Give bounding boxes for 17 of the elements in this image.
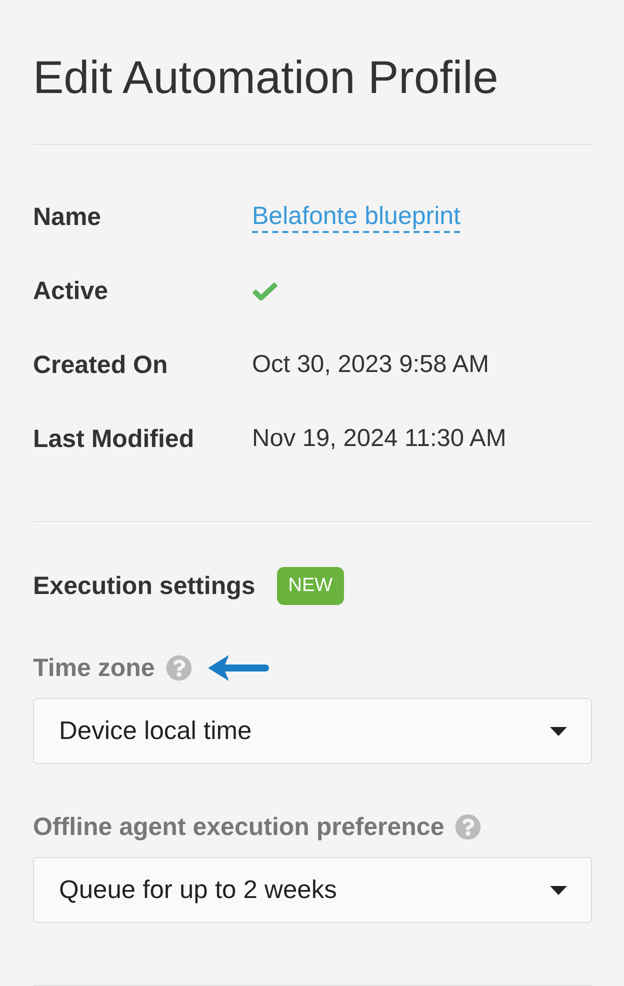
field-label: Name — [33, 202, 102, 232]
field-value: Nov 19, 2024 11:30 AM — [252, 424, 506, 454]
field-label: Time zone — [33, 654, 155, 682]
field-label: Active — [33, 276, 110, 306]
field-label: Last Modified — [33, 424, 196, 454]
help-icon[interactable] — [455, 814, 482, 840]
field-label: Created On — [33, 350, 169, 380]
select-field[interactable]: Device local time — [33, 698, 592, 764]
page-title: Edit Automation Profile — [33, 50, 500, 105]
section-title: Execution settings — [33, 572, 256, 600]
field-label: Offline agent execution preference — [33, 812, 444, 842]
select-field[interactable]: Queue for up to 2 weeks — [33, 857, 592, 923]
field-value: Oct 30, 2023 9:58 AM — [252, 350, 489, 380]
help-icon[interactable] — [166, 655, 192, 681]
new-badge: NEW — [277, 567, 344, 605]
caret-icon — [550, 726, 567, 736]
caret-icon — [550, 886, 567, 894]
